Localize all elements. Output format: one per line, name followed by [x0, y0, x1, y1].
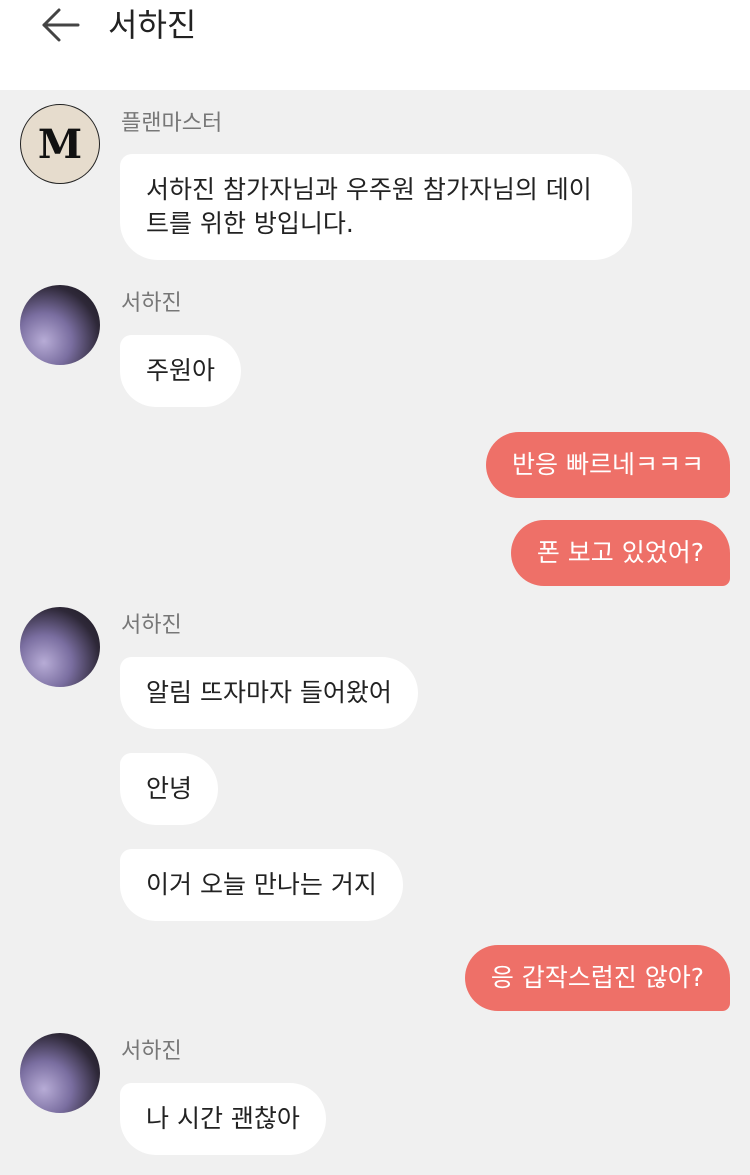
outgoing-message-bubble[interactable]: 반응 빠르네ㅋㅋㅋ	[486, 432, 730, 498]
sender-name: 서하진	[121, 291, 182, 316]
message-bubble[interactable]: 안녕	[120, 753, 219, 825]
message-bubble[interactable]: 서하진 참가자님과 우주원 참가자님의 데이트를 위한 방입니다.	[120, 154, 632, 260]
message-bubble[interactable]: 알림 뜨자마자 들어왔어	[120, 657, 418, 729]
message-bubble[interactable]: 나 시간 괜찮아	[120, 1083, 326, 1155]
sender-name: 서하진	[121, 613, 182, 638]
chat-header: 서하진	[0, 0, 750, 90]
arrow-left-icon	[42, 8, 80, 42]
message-bubble[interactable]: 이거 오늘 만나는 거지	[120, 849, 403, 921]
avatar[interactable]	[20, 607, 100, 687]
avatar[interactable]: M	[20, 104, 100, 184]
outgoing-message-bubble[interactable]: 응 갑작스럽진 않아?	[464, 945, 730, 1011]
message-bubble[interactable]: 주원아	[120, 335, 242, 407]
avatar[interactable]	[20, 1033, 100, 1113]
sender-name: 서하진	[121, 1039, 182, 1064]
avatar[interactable]	[20, 285, 100, 365]
outgoing-message-bubble[interactable]: 폰 보고 있었어?	[510, 520, 730, 586]
message-list[interactable]: M 플랜마스터 서하진 참가자님과 우주원 참가자님의 데이트를 위한 방입니다…	[0, 90, 750, 1175]
chat-title: 서하진	[108, 6, 197, 44]
sender-name: 플랜마스터	[121, 111, 223, 136]
avatar-letter: M	[37, 120, 83, 168]
back-button[interactable]	[38, 4, 84, 46]
